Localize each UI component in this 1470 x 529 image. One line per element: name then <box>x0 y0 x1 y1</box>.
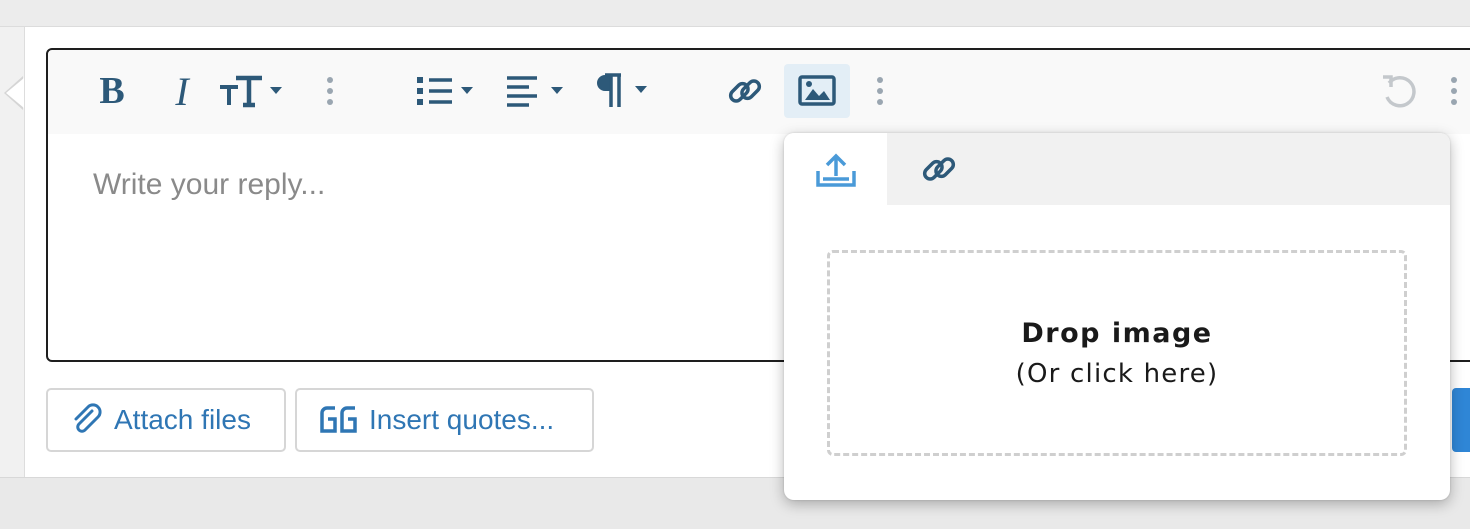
align-button[interactable] <box>504 64 572 118</box>
upload-icon <box>815 153 856 187</box>
bold-button[interactable]: B <box>96 64 128 118</box>
more-toolbar-options-icon[interactable] <box>1446 64 1462 118</box>
quote-icon <box>320 406 357 433</box>
drop-subtitle: (Or click here) <box>1015 358 1219 389</box>
italic-button[interactable]: I <box>166 64 198 118</box>
tab-by-url[interactable] <box>887 133 990 205</box>
undo-button[interactable] <box>1378 64 1420 118</box>
list-button[interactable] <box>414 64 482 118</box>
insert-image-button[interactable] <box>784 64 850 118</box>
drop-title: Drop image <box>1021 317 1213 349</box>
more-options-icon[interactable] <box>322 64 338 118</box>
page-top-band <box>0 0 1470 27</box>
attach-files-label: Attach files <box>114 404 251 435</box>
submit-button-edge[interactable] <box>1452 388 1470 452</box>
tab-upload[interactable] <box>784 133 887 205</box>
undo-icon <box>1383 75 1416 108</box>
insert-image-popup: Drop image (Or click here) <box>784 133 1450 500</box>
paperclip-icon <box>74 403 102 433</box>
list-icon <box>417 77 473 105</box>
paragraph-button[interactable] <box>593 64 657 118</box>
editor-toolbar: B I <box>48 50 1470 134</box>
insert-link-button[interactable] <box>722 64 768 118</box>
more-insert-options-icon[interactable] <box>872 64 888 118</box>
text-size-button[interactable] <box>216 64 288 118</box>
attach-files-button[interactable]: Attach files <box>46 388 286 452</box>
link-icon <box>922 157 955 181</box>
insert-quotes-label: Insert quotes... <box>369 404 555 435</box>
image-drop-zone[interactable]: Drop image (Or click here) <box>827 250 1407 456</box>
panel-pointer-inner <box>6 78 24 108</box>
text-size-icon <box>220 75 282 108</box>
align-left-icon <box>507 76 563 107</box>
link-icon <box>728 79 762 103</box>
paragraph-icon <box>597 73 647 107</box>
reply-placeholder: Write your reply... <box>93 168 326 201</box>
popup-tab-bar <box>784 133 1450 205</box>
insert-quotes-button[interactable]: Insert quotes... <box>295 388 594 452</box>
image-icon <box>798 75 836 106</box>
